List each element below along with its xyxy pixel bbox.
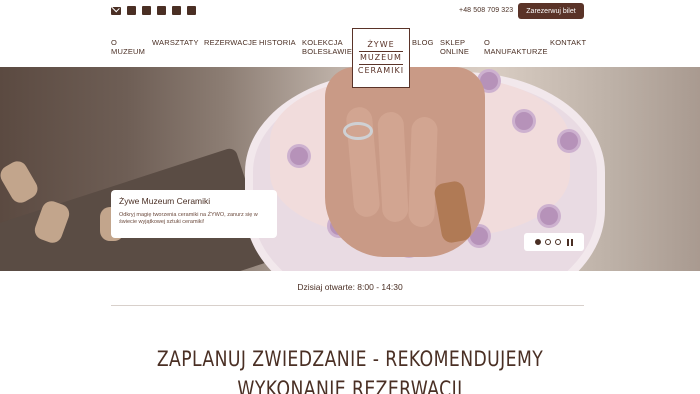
logo-line-2: MUZEUM	[360, 53, 402, 62]
nav-item-sklep-online[interactable]: SKLEP ONLINE	[440, 38, 476, 56]
slider-dot-2[interactable]	[545, 239, 551, 245]
social-icons	[111, 6, 196, 15]
logo-line-3: CERAMIKI	[357, 66, 405, 75]
mail-icon[interactable]	[111, 7, 121, 15]
tripadvisor-icon[interactable]	[187, 6, 196, 15]
hero-ring	[343, 122, 373, 140]
bowl-flower	[290, 147, 308, 165]
pinterest-icon[interactable]	[142, 6, 151, 15]
nav-item-kontakt[interactable]: KONTAKT	[550, 38, 586, 47]
nav-item-historia[interactable]: HISTORIA	[259, 38, 296, 47]
hero-caption-text: Odkryj magię tworzenia ceramiki na ŻYWO,…	[119, 212, 258, 225]
nav-item-rezerwacje[interactable]: REZERWACJE	[204, 38, 257, 47]
logo[interactable]: ŻYWE MUZEUM CERAMIKI	[352, 28, 410, 88]
facebook-icon[interactable]	[127, 6, 136, 15]
hero-slider[interactable]	[0, 67, 700, 271]
nav-item-o-manufakturze[interactable]: O MANUFAKTURZE	[484, 38, 547, 56]
headline-line-2: WYKONANIE REZERWACJI	[237, 377, 463, 394]
hero-caption: Żywe Muzeum Ceramiki Odkryj magię tworze…	[111, 190, 277, 238]
reserve-ticket-button[interactable]: Zarezerwuj bilet	[518, 3, 584, 19]
phone-number[interactable]: +48 508 709 323	[459, 7, 513, 14]
slider-dot-1[interactable]	[535, 239, 541, 245]
section-headline: ZAPLANUJ ZWIEDZANIE - REKOMENDUJEMY WYKO…	[63, 344, 637, 394]
nav-item-warsztaty[interactable]: WARSZTATY	[152, 38, 199, 47]
hero-finger	[408, 116, 438, 228]
hero-caption-title: Żywe Muzeum Ceramiki	[119, 196, 211, 206]
logo-line-1: ŻYWE	[367, 40, 395, 49]
instagram-icon[interactable]	[157, 6, 166, 15]
headline-line-1: ZAPLANUJ ZWIEDZANIE - REKOMENDUJEMY	[156, 347, 544, 371]
pause-icon[interactable]	[567, 238, 573, 246]
logo-rule	[359, 51, 403, 52]
clay-piece	[0, 157, 42, 207]
logo-rule	[359, 64, 403, 65]
slider-dot-3[interactable]	[555, 239, 561, 245]
bowl-flower	[515, 112, 533, 130]
opening-hours: Dzisiaj otwarte: 8:00 - 14:30	[297, 282, 403, 292]
nav-item-blog[interactable]: BLOG	[412, 38, 434, 47]
slider-pager	[524, 233, 584, 251]
blog-icon[interactable]	[172, 6, 181, 15]
nav-item-kolekcja[interactable]: KOLEKCJA BOLESŁAWIEC	[302, 38, 358, 56]
bowl-flower	[540, 207, 558, 225]
bowl-flower	[560, 132, 578, 150]
divider	[111, 305, 584, 306]
nav-item-o-muzeum[interactable]: O MUZEUM	[111, 38, 147, 56]
